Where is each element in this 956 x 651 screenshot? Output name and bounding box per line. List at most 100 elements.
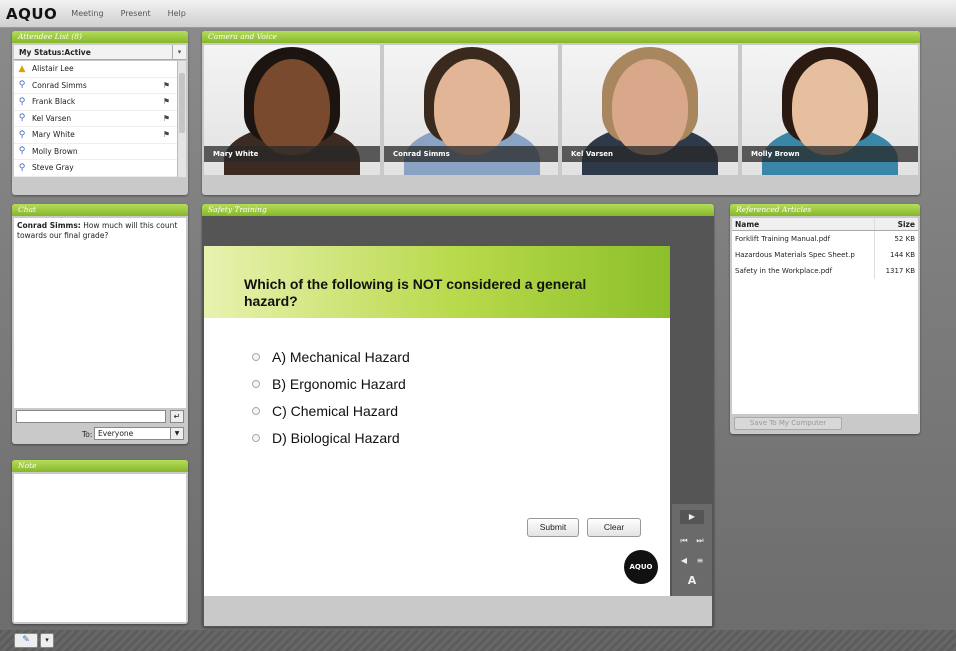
attendee-scrollbar[interactable]: [177, 61, 186, 177]
menu-icon[interactable]: ≡: [694, 556, 706, 565]
recipient-value: Everyone: [98, 429, 134, 438]
attendee-list: ▲ Alistair Lee ⚲ Conrad Simms ⚑ ⚲ Frank Black ⚑…: [14, 61, 186, 177]
chat-panel: Chat Conrad Simms: How much will this co…: [12, 204, 188, 444]
table-row[interactable]: Forklift Training Manual.pdf 52 KB: [732, 231, 918, 247]
attendee-row[interactable]: ⚲ Conrad Simms ⚑: [14, 78, 186, 94]
host-icon: ▲: [18, 63, 26, 74]
video-feed[interactable]: Kel Varsen: [562, 45, 738, 175]
attendee-row[interactable]: ⚲ Molly Brown: [14, 144, 186, 160]
table-row[interactable]: Safety in the Workplace.pdf 1317 KB: [732, 263, 918, 279]
status-select[interactable]: My Status:Active ▾: [14, 45, 186, 60]
note-panel: Note: [12, 460, 188, 624]
menu-bar: AQUO Meeting Present Help: [0, 0, 956, 28]
radio-button[interactable]: [252, 407, 260, 415]
training-panel: Safety Training Which of the following i…: [202, 204, 714, 627]
clear-button[interactable]: Clear: [587, 518, 641, 537]
article-name: Safety in the Workplace.pdf: [732, 263, 875, 279]
video-feed[interactable]: Mary White: [204, 45, 380, 175]
attendee-row[interactable]: ▲ Alistair Lee: [14, 61, 186, 78]
quiz-question: Which of the following is NOT considered…: [244, 276, 587, 309]
person-icon: ⚲: [18, 96, 26, 107]
submit-button[interactable]: Submit: [527, 518, 579, 537]
attendee-name: Kel Varsen: [32, 113, 72, 123]
column-size[interactable]: Size: [875, 218, 918, 230]
camera-voice-title: Camera and Voice: [202, 31, 920, 43]
attendee-row[interactable]: ⚲ Mary White ⚑: [14, 127, 186, 144]
option-label: B) Ergonomic Hazard: [272, 376, 406, 392]
column-name[interactable]: Name: [732, 218, 875, 230]
attendee-row[interactable]: ⚲ Kel Varsen ⚑: [14, 111, 186, 127]
video-name-label: Molly Brown: [742, 146, 918, 162]
to-label: To:: [82, 430, 93, 439]
attendee-name: Mary White: [32, 130, 75, 140]
attendee-list-title: Attendee List (8): [12, 31, 188, 43]
person-face: [434, 59, 510, 155]
attendee-name: Frank Black: [32, 97, 76, 107]
menu-help[interactable]: Help: [168, 9, 186, 18]
send-icon[interactable]: ↵: [170, 410, 184, 423]
save-to-computer-button[interactable]: Save To My Computer: [734, 417, 842, 430]
attendee-row[interactable]: ⚲ Frank Black ⚑: [14, 94, 186, 111]
app-logo: AQUO: [6, 4, 58, 23]
slide-header: Which of the following is NOT considered…: [204, 246, 670, 318]
video-feed[interactable]: Conrad Simms: [384, 45, 558, 175]
chevron-down-icon[interactable]: ▼: [170, 428, 183, 439]
chat-sender: Conrad Simms:: [17, 221, 81, 230]
microphone-icon[interactable]: ⚑: [163, 130, 170, 139]
article-size: 144 KB: [890, 251, 915, 259]
volume-icon[interactable]: ◀: [678, 556, 690, 565]
chevron-down-icon[interactable]: ▾: [172, 45, 186, 60]
user-icon[interactable]: ✎: [14, 633, 38, 648]
microphone-icon[interactable]: ⚑: [163, 81, 170, 90]
option-d[interactable]: D) Biological Hazard: [252, 430, 400, 446]
aquo-logo: AQUO: [624, 550, 658, 584]
play-icon[interactable]: ▶: [680, 510, 704, 524]
option-c[interactable]: C) Chemical Hazard: [252, 403, 398, 419]
note-title: Note: [12, 460, 188, 472]
camera-voice-panel: Camera and Voice Mary White Conrad Simms K…: [202, 31, 920, 195]
option-b[interactable]: B) Ergonomic Hazard: [252, 376, 406, 392]
article-size: 1317 KB: [885, 267, 915, 275]
previous-icon[interactable]: ⏮: [678, 536, 690, 546]
microphone-icon[interactable]: ⚑: [163, 97, 170, 106]
articles-panel: Referenced Articles Name Size Forklift T…: [730, 204, 920, 434]
articles-title: Referenced Articles: [730, 204, 920, 216]
menu-present[interactable]: Present: [121, 9, 151, 18]
slide-footer: [204, 596, 712, 626]
chat-input[interactable]: [16, 410, 166, 423]
quiz-slide: Which of the following is NOT considered…: [204, 246, 670, 596]
video-name-label: Conrad Simms: [384, 146, 558, 162]
radio-button[interactable]: [252, 434, 260, 442]
video-feed[interactable]: Molly Brown: [742, 45, 918, 175]
training-title: Safety Training: [202, 204, 714, 216]
person-icon: ⚲: [18, 113, 26, 124]
video-name-label: Kel Varsen: [562, 146, 738, 162]
chevron-down-icon[interactable]: ▾: [40, 633, 54, 648]
menu-meeting[interactable]: Meeting: [71, 9, 103, 18]
chat-title: Chat: [12, 204, 188, 216]
scroll-thumb[interactable]: [179, 73, 185, 133]
attendee-name: Steve Gray: [32, 163, 74, 173]
adobe-icon: A: [687, 574, 697, 587]
status-label: My Status:Active: [19, 48, 91, 57]
attendee-name: Alistair Lee: [32, 64, 74, 74]
option-a[interactable]: A) Mechanical Hazard: [252, 349, 410, 365]
next-icon[interactable]: ⏭: [694, 536, 706, 546]
article-name: Forklift Training Manual.pdf: [732, 231, 875, 247]
person-icon: ⚲: [18, 129, 26, 140]
attendee-row[interactable]: ⚲ Steve Gray: [14, 160, 186, 177]
note-textarea[interactable]: [14, 474, 186, 622]
bottom-bar: ✎ ▾: [0, 630, 956, 651]
person-face: [792, 59, 868, 155]
microphone-icon[interactable]: ⚑: [163, 114, 170, 123]
video-name-label: Mary White: [204, 146, 380, 162]
person-icon: ⚲: [18, 162, 26, 173]
attendee-name: Molly Brown: [32, 146, 78, 156]
table-row[interactable]: Hazardous Materials Spec Sheet.p 144 KB: [732, 247, 918, 263]
person-face: [612, 59, 688, 155]
option-label: A) Mechanical Hazard: [272, 349, 410, 365]
radio-button[interactable]: [252, 380, 260, 388]
radio-button[interactable]: [252, 353, 260, 361]
option-label: C) Chemical Hazard: [272, 403, 399, 419]
recipient-select[interactable]: Everyone ▼: [94, 427, 184, 440]
